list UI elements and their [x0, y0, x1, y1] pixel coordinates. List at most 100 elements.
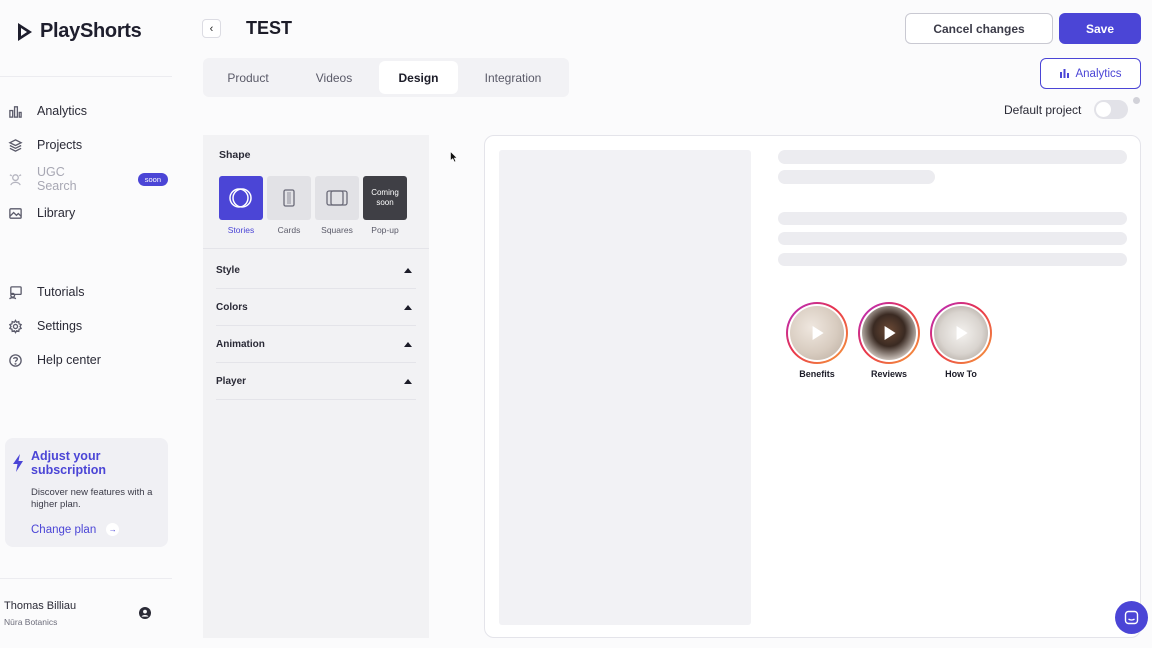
layers-icon — [8, 138, 23, 152]
accordion-label: Player — [216, 375, 247, 387]
analytics-button[interactable]: Analytics — [1040, 58, 1141, 89]
accordion-animation[interactable]: Animation — [216, 326, 416, 362]
soon-badge: soon — [137, 172, 168, 186]
divider — [216, 399, 416, 400]
story-thumbnail — [862, 306, 916, 360]
divider — [203, 248, 429, 249]
story-benefits[interactable]: Benefits — [786, 302, 848, 379]
accordion-colors[interactable]: Colors — [216, 289, 416, 325]
tab-integration[interactable]: Integration — [465, 61, 561, 94]
default-project-toggle[interactable] — [1094, 100, 1128, 119]
sidebar-item-analytics[interactable]: Analytics — [8, 97, 168, 125]
analytics-button-label: Analytics — [1075, 67, 1122, 80]
user-account-icon[interactable] — [139, 607, 151, 619]
shape-option-cards[interactable] — [267, 176, 311, 220]
info-icon[interactable] — [1133, 97, 1140, 104]
subscription-promo: Adjust your subscription Discover new fe… — [5, 438, 168, 547]
user-organization: Nūra Botanics — [4, 617, 58, 627]
back-button[interactable]: ‹ — [202, 19, 221, 38]
coming-soon-label: Coming soon — [371, 188, 399, 207]
story-reviews[interactable]: Reviews — [858, 302, 920, 379]
divider — [0, 76, 172, 77]
price-placeholder — [778, 170, 935, 184]
sidebar-item-settings[interactable]: Settings — [8, 312, 168, 340]
change-plan-link[interactable]: Change plan → — [31, 523, 120, 536]
squares-shape-icon — [326, 190, 348, 206]
text-line-placeholder — [778, 253, 1127, 266]
sidebar: PlayShorts Analytics Projects UGC Search… — [0, 0, 172, 648]
save-button[interactable]: Save — [1059, 13, 1141, 44]
mouse-cursor-icon — [450, 151, 458, 163]
shape-option-stories[interactable] — [219, 176, 263, 220]
change-plan-label: Change plan — [31, 523, 97, 536]
logo[interactable]: PlayShorts — [16, 20, 142, 43]
accordion-label: Colors — [216, 301, 248, 313]
shape-option-squares[interactable] — [315, 176, 359, 220]
tab-product[interactable]: Product — [205, 61, 291, 94]
user-name: Thomas Billiau — [4, 600, 77, 612]
sidebar-item-label: UGC Search — [36, 165, 77, 193]
story-inner — [860, 304, 918, 362]
product-image-placeholder — [499, 150, 751, 625]
shape-option-popup[interactable]: Coming soon — [363, 176, 407, 220]
shape-label-squares: Squares — [321, 225, 353, 235]
sidebar-item-help-center[interactable]: Help center — [8, 346, 168, 374]
accordion-player[interactable]: Player — [216, 363, 416, 399]
preview-panel: Benefits Reviews How To — [484, 135, 1141, 638]
text-line-placeholder — [778, 212, 1127, 225]
sidebar-item-label: Settings — [37, 319, 83, 333]
story-ring — [930, 302, 992, 364]
story-how-to[interactable]: How To — [930, 302, 992, 379]
sidebar-item-label: Analytics — [37, 104, 88, 118]
help-icon — [9, 353, 22, 367]
tab-design[interactable]: Design — [379, 61, 458, 94]
play-icon — [812, 326, 824, 340]
story-ring — [786, 302, 848, 364]
playshorts-logo-icon — [18, 22, 32, 41]
chat-support-button[interactable] — [1115, 601, 1148, 634]
tutorials-icon — [9, 285, 22, 299]
sidebar-item-tutorials[interactable]: Tutorials — [8, 278, 168, 306]
stories-shape-icon — [229, 188, 252, 208]
cancel-changes-button[interactable]: Cancel changes — [905, 13, 1053, 44]
default-project-label: Default project — [1004, 103, 1082, 117]
sidebar-item-label: Projects — [37, 138, 83, 152]
tab-videos[interactable]: Videos — [291, 61, 377, 94]
shape-label-cards: Cards — [277, 225, 301, 235]
sidebar-item-projects[interactable]: Projects — [8, 131, 168, 159]
image-icon — [9, 207, 22, 219]
title-placeholder — [778, 150, 1127, 164]
shape-heading: Shape — [219, 149, 251, 161]
chat-icon — [1124, 610, 1139, 625]
accordion-label: Style — [216, 264, 240, 276]
sidebar-item-label: Tutorials — [37, 285, 85, 299]
arrow-right-icon: → — [106, 523, 120, 536]
story-label: How To — [945, 369, 977, 379]
story-label: Benefits — [799, 369, 835, 379]
story-thumbnail — [790, 306, 844, 360]
design-panel: Shape Coming soon Stories Cards Squares … — [203, 135, 429, 638]
shape-label-stories: Stories — [227, 225, 255, 235]
sidebar-item-ugc-search[interactable]: UGC Search soon — [8, 165, 168, 193]
toggle-knob — [1096, 102, 1111, 117]
sidebar-item-label: Help center — [37, 353, 101, 367]
accordion-style[interactable]: Style — [216, 252, 416, 288]
promo-title: Adjust your subscription — [31, 449, 107, 477]
page-title: TEST — [246, 18, 293, 38]
caret-up-icon — [404, 378, 412, 384]
sidebar-item-label: Library — [37, 206, 76, 220]
accordion-label: Animation — [216, 338, 265, 350]
gear-icon — [8, 318, 23, 334]
sidebar-item-library[interactable]: Library — [8, 199, 168, 227]
caret-up-icon — [404, 267, 412, 273]
story-inner — [932, 304, 990, 362]
lightning-icon — [13, 454, 23, 472]
cards-shape-icon — [283, 189, 295, 207]
ugc-search-icon — [9, 173, 22, 185]
caret-up-icon — [404, 304, 412, 310]
divider — [0, 578, 172, 579]
story-ring — [858, 302, 920, 364]
story-inner — [788, 304, 846, 362]
play-icon — [884, 326, 896, 340]
shape-label-popup: Pop-up — [371, 225, 399, 235]
